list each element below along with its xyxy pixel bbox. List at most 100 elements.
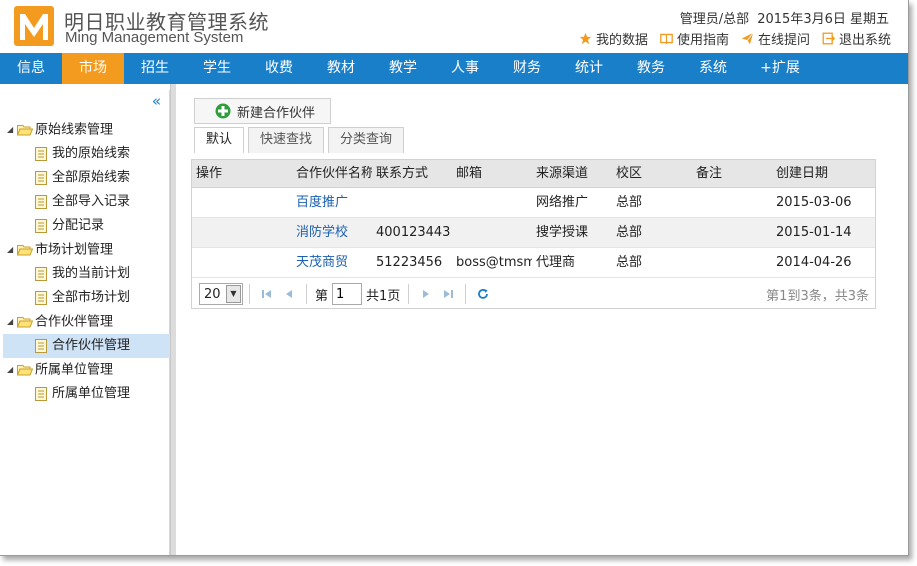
tree-item-my-raw-leads[interactable]: 我的原始线索 <box>3 142 170 166</box>
table-row[interactable]: 百度推广 网络推广 总部 2015-03-06 <box>192 188 875 218</box>
cell-action <box>192 218 292 247</box>
nav-item-system[interactable]: 系统 <box>682 53 744 84</box>
top-links: 我的数据 使用指南 在线提问 退出系统 <box>579 29 891 48</box>
tree-group-market-plans[interactable]: ◢ 市场计划管理 <box>3 238 170 262</box>
pager-divider <box>465 284 467 304</box>
page-size-select[interactable]: 20 ▼ <box>199 283 243 305</box>
add-icon <box>215 103 231 119</box>
tree-item-unit-management[interactable]: 所属单位管理 <box>3 382 170 406</box>
sidebar-tree: ◢ 原始线索管理 我的原始线索 全部原始线索 全部导入记录 分配记录 ◢ 市场计划管… <box>3 118 170 406</box>
tree-group-label: 市场计划管理 <box>35 242 114 258</box>
nav-item-students[interactable]: 学生 <box>186 53 248 84</box>
cell-source: 搜学授课 <box>536 225 589 240</box>
table-header: 操作 合作伙伴名称 联系方式 邮箱 来源渠道 校区 备注 创建日期 <box>192 160 875 188</box>
nav-item-hr[interactable]: 人事 <box>434 53 496 84</box>
cell-remark <box>692 248 772 277</box>
nav-item-teaching[interactable]: 教学 <box>372 53 434 84</box>
first-page-icon <box>262 290 271 298</box>
tab-bar: 默认 快速查找 分类查询 <box>194 127 408 153</box>
tree-group-partners[interactable]: ◢ 合作伙伴管理 <box>3 310 170 334</box>
tree-item-label: 所属单位管理 <box>52 386 131 401</box>
column-header-email[interactable]: 邮箱 <box>452 160 532 187</box>
cell-action <box>192 248 292 277</box>
document-icon <box>35 386 47 401</box>
star-icon <box>579 32 592 45</box>
tab-default[interactable]: 默认 <box>194 127 245 153</box>
nav-item-extend[interactable]: +扩展 <box>744 53 816 84</box>
nav-item-finance[interactable]: 财务 <box>496 53 558 84</box>
tree-item-label: 全部市场计划 <box>52 290 131 305</box>
cell-campus: 总部 <box>616 225 643 240</box>
cell-partner-name-link[interactable]: 消防学校 <box>292 218 372 247</box>
column-header-remark[interactable]: 备注 <box>692 160 772 187</box>
column-header-campus[interactable]: 校区 <box>612 160 692 187</box>
ming-logo-icon <box>14 6 54 46</box>
column-header-action[interactable]: 操作 <box>192 160 292 187</box>
tree-group-label: 所属单位管理 <box>35 362 114 378</box>
cell-created: 2015-03-06 <box>776 195 852 210</box>
folder-open-icon <box>17 365 33 376</box>
tree-item-partner-management[interactable]: 合作伙伴管理 <box>3 334 170 358</box>
book-icon <box>660 33 673 45</box>
page-number-input[interactable] <box>332 283 363 305</box>
cell-contact: 400123443 <box>376 225 451 240</box>
expand-triangle-icon: ◢ <box>7 317 14 326</box>
cell-action <box>192 188 292 217</box>
cell-campus: 总部 <box>616 255 643 270</box>
next-page-icon <box>423 290 430 298</box>
tree-item-my-current-plan[interactable]: 我的当前计划 <box>3 262 170 286</box>
table-row[interactable]: 消防学校 400123443 搜学授课 总部 2015-01-14 <box>192 218 875 248</box>
column-header-contact[interactable]: 联系方式 <box>372 160 452 187</box>
refresh-icon <box>478 289 489 299</box>
table-row[interactable]: 天茂商贸 51223456 boss@tmsm 代理商 总部 2014-04-2… <box>192 248 875 278</box>
first-page-button[interactable] <box>256 283 278 305</box>
my-data-link[interactable]: 我的数据 <box>579 29 648 48</box>
nav-item-statistics[interactable]: 统计 <box>558 53 620 84</box>
nav-item-market[interactable]: 市场 <box>62 53 124 84</box>
tab-category-search[interactable]: 分类查询 <box>328 127 405 153</box>
cell-source: 代理商 <box>536 255 576 270</box>
tab-quick-search[interactable]: 快速查找 <box>248 127 325 153</box>
tree-item-assign-records[interactable]: 分配记录 <box>3 214 170 238</box>
column-header-created[interactable]: 创建日期 <box>772 160 857 187</box>
main-nav: 信息 市场 招生 学生 收费 教材 教学 人事 财务 统计 教务 系统 +扩展 <box>0 53 908 84</box>
page-total-label: 共1页 <box>366 288 401 304</box>
column-header-source[interactable]: 来源渠道 <box>532 160 612 187</box>
nav-item-academic[interactable]: 教务 <box>620 53 682 84</box>
document-icon <box>35 266 47 281</box>
cell-partner-name-link[interactable]: 百度推广 <box>292 188 372 217</box>
cell-remark <box>692 218 772 247</box>
next-page-button[interactable] <box>415 283 437 305</box>
app-subtitle: Ming Management System <box>65 29 244 46</box>
nav-item-info[interactable]: 信息 <box>0 53 62 84</box>
tree-item-all-market-plans[interactable]: 全部市场计划 <box>3 286 170 310</box>
user-info: 管理员/总部 2015年3月6日 星期五 <box>676 8 889 27</box>
nav-item-enrollment[interactable]: 招生 <box>124 53 186 84</box>
tree-item-import-records[interactable]: 全部导入记录 <box>3 190 170 214</box>
nav-item-fees[interactable]: 收费 <box>248 53 310 84</box>
refresh-button[interactable] <box>472 283 494 305</box>
last-page-button[interactable] <box>437 283 459 305</box>
tree-item-all-raw-leads[interactable]: 全部原始线索 <box>3 166 170 190</box>
pagination-bar: 20 ▼ 第 共1页 <box>192 279 875 309</box>
cell-contact: 51223456 <box>376 255 443 270</box>
tree-group-units[interactable]: ◢ 所属单位管理 <box>3 358 170 382</box>
user-guide-link[interactable]: 使用指南 <box>660 29 729 48</box>
my-data-label: 我的数据 <box>595 33 648 48</box>
cell-remark <box>692 188 772 217</box>
online-question-label: 在线提问 <box>757 33 810 48</box>
sidebar-collapse-button[interactable]: « <box>152 92 161 110</box>
tree-group-raw-leads[interactable]: ◢ 原始线索管理 <box>3 118 170 142</box>
column-header-name[interactable]: 合作伙伴名称 <box>292 160 372 187</box>
logout-link[interactable]: 退出系统 <box>822 29 891 48</box>
cell-created: 2014-04-26 <box>776 255 852 270</box>
tree-item-label: 全部原始线索 <box>52 170 131 185</box>
nav-item-textbooks[interactable]: 教材 <box>310 53 372 84</box>
logout-icon <box>822 32 835 45</box>
last-page-icon <box>444 290 454 298</box>
cell-partner-name-link[interactable]: 天茂商贸 <box>292 248 372 277</box>
online-question-link[interactable]: 在线提问 <box>741 29 810 48</box>
cell-contact <box>372 188 452 217</box>
prev-page-button[interactable] <box>278 283 300 305</box>
new-partner-button[interactable]: 新建合作伙伴 <box>194 98 331 124</box>
